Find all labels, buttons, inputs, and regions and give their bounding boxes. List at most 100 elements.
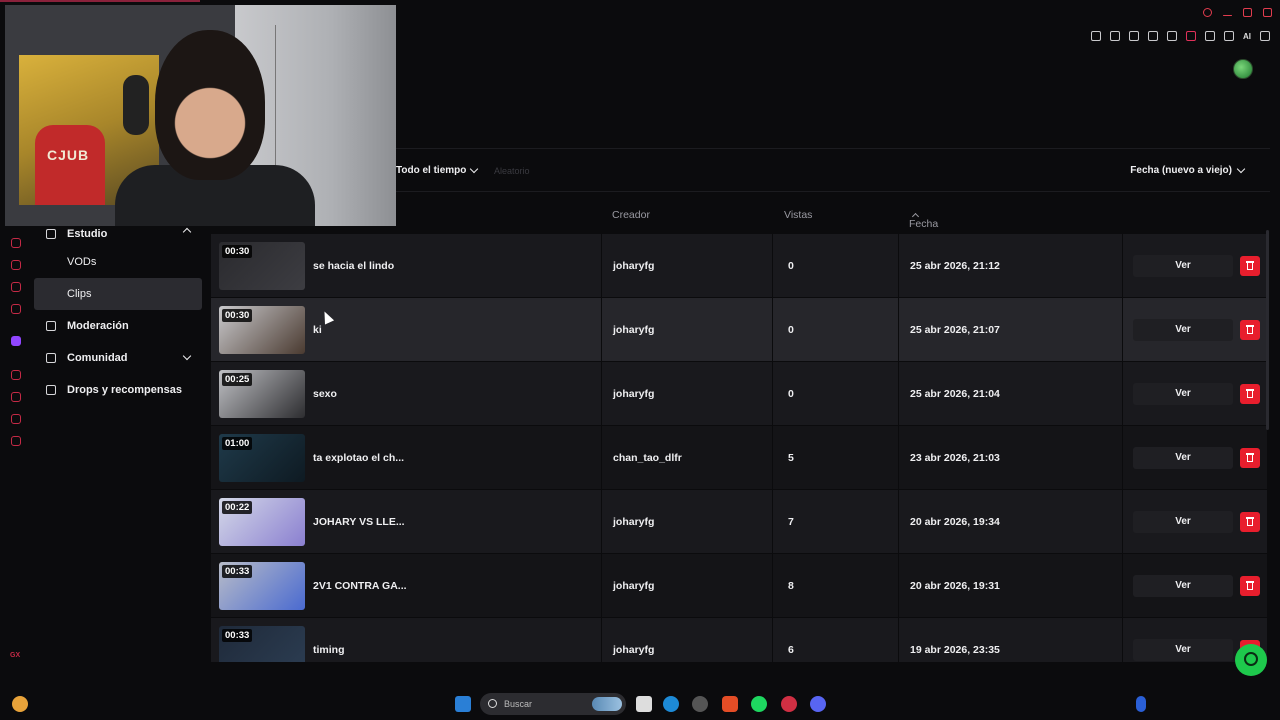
close-icon[interactable]: [1263, 8, 1272, 17]
view-button[interactable]: Ver: [1133, 511, 1233, 533]
rail-gamepad-icon[interactable]: [11, 260, 21, 270]
column-header-views: Vistas: [784, 209, 813, 221]
clip-title[interactable]: sexo: [313, 362, 593, 426]
delete-icon[interactable]: [1240, 576, 1260, 596]
clip-title[interactable]: 2V1 CONTRA GA...: [313, 554, 593, 618]
opera-gx-icon[interactable]: [781, 696, 797, 712]
search-icon[interactable]: [1203, 8, 1212, 17]
view-button[interactable]: Ver: [1133, 447, 1233, 469]
download-icon[interactable]: [1224, 31, 1234, 41]
side-rail: GX: [0, 228, 32, 688]
duration-badge: 01:00: [222, 437, 253, 450]
table-row[interactable]: 00:25 sexo joharyfg 0 25 abr 2026, 21:04 Ver: [211, 362, 1267, 426]
headset-icon: [123, 75, 149, 135]
windows-start-icon[interactable]: [455, 696, 471, 712]
rail-play-icon[interactable]: [11, 370, 21, 380]
globe-icon[interactable]: [1233, 59, 1253, 79]
sidebar-item-clips[interactable]: Clips: [34, 278, 202, 310]
clip-thumbnail[interactable]: 00:33: [219, 562, 305, 610]
rail-refresh-icon[interactable]: [11, 238, 21, 248]
gx-logo-icon: GX: [10, 652, 21, 659]
task-view-icon[interactable]: [636, 696, 652, 712]
clip-title[interactable]: timing: [313, 618, 593, 662]
heart-icon[interactable]: [1167, 31, 1177, 41]
delete-icon[interactable]: [1240, 448, 1260, 468]
minimize-icon[interactable]: [1223, 15, 1232, 16]
view-button[interactable]: Ver: [1133, 319, 1233, 341]
pin-icon[interactable]: [1091, 31, 1101, 41]
sort-dropdown[interactable]: Fecha (nuevo a viejo): [1130, 164, 1246, 176]
clip-thumbnail[interactable]: 00:30: [219, 306, 305, 354]
menu-icon[interactable]: [1260, 31, 1270, 41]
clip-thumbnail[interactable]: 00:25: [219, 370, 305, 418]
table-row[interactable]: 00:30 se hacia el lindo joharyfg 0 25 abr 20…: [211, 234, 1267, 298]
profile-icon[interactable]: [1205, 31, 1215, 41]
rail-clock-icon[interactable]: [11, 392, 21, 402]
rail-twitch-icon[interactable]: [11, 336, 21, 346]
table-row[interactable]: 00:33 2V1 CONTRA GA... joharyfg 8 20 abr 202…: [211, 554, 1267, 618]
weather-icon[interactable]: [12, 696, 28, 712]
view-button[interactable]: Ver: [1133, 575, 1233, 597]
shield-icon[interactable]: [1129, 31, 1139, 41]
rail-settings-icon[interactable]: [11, 436, 21, 446]
clip-views: 7: [772, 490, 898, 554]
table-row[interactable]: 00:30 ki joharyfg 0 25 abr 2026, 21:07 Ver: [211, 298, 1267, 362]
thumbnail-cell: 00:30: [219, 298, 305, 362]
clip-creator: joharyfg: [601, 234, 771, 298]
sidebar-item-comunidad[interactable]: Comunidad: [34, 342, 202, 374]
sidebar-item-drops[interactable]: Drops y recompensas: [34, 374, 202, 406]
date-range-dropdown[interactable]: Todo el tiempo: [396, 164, 479, 176]
microphone-app-icon[interactable]: [722, 696, 738, 712]
view-button[interactable]: Ver: [1133, 255, 1233, 277]
thumbnail-cell: 01:00: [219, 426, 305, 490]
clip-creator: chan_tao_dlfr: [601, 426, 771, 490]
taskbar-search[interactable]: Buscar: [480, 693, 626, 715]
edge-icon[interactable]: [663, 696, 679, 712]
ai-button[interactable]: AI: [1243, 32, 1251, 41]
clip-thumbnail[interactable]: 00:22: [219, 498, 305, 546]
sidebar-item-vods[interactable]: VODs: [34, 246, 202, 278]
table-row[interactable]: 01:00 ta explotao el ch... chan_tao_dlfr 5 2…: [211, 426, 1267, 490]
spotify-icon[interactable]: [751, 696, 767, 712]
steam-icon[interactable]: [692, 696, 708, 712]
delete-icon[interactable]: [1240, 320, 1260, 340]
clip-date: 23 abr 2026, 21:03: [898, 426, 1122, 490]
view-button[interactable]: Ver: [1133, 383, 1233, 405]
play-icon[interactable]: [1148, 31, 1158, 41]
table-row[interactable]: 00:22 JOHARY VS LLE... joharyfg 7 20 abr 202…: [211, 490, 1267, 554]
restore-icon[interactable]: [1243, 8, 1252, 17]
chevron-down-icon: [470, 164, 479, 173]
mic-tray-icon[interactable]: [1136, 696, 1146, 712]
delete-icon[interactable]: [1240, 512, 1260, 532]
rail-news-icon[interactable]: [11, 304, 21, 314]
clip-title[interactable]: ki: [313, 298, 593, 362]
chevron-up-icon: [182, 227, 192, 237]
chart-icon: [46, 385, 56, 395]
clip-date: 19 abr 2026, 23:35: [898, 618, 1122, 662]
clip-thumbnail[interactable]: 00:33: [219, 626, 305, 662]
clip-thumbnail[interactable]: 00:30: [219, 242, 305, 290]
rail-bulb-icon[interactable]: [11, 414, 21, 424]
faded-filter[interactable]: Aleatorio: [494, 166, 530, 176]
clip-thumbnail[interactable]: 01:00: [219, 434, 305, 482]
sidebar-item-moderacion[interactable]: Moderación: [34, 310, 202, 342]
help-chat-button[interactable]: [1235, 644, 1267, 676]
delete-icon[interactable]: [1240, 384, 1260, 404]
clip-title[interactable]: JOHARY VS LLE...: [313, 490, 593, 554]
clip-title[interactable]: se hacia el lindo: [313, 234, 593, 298]
clips-table: 00:30 se hacia el lindo joharyfg 0 25 abr 20…: [211, 234, 1267, 662]
view-button[interactable]: Ver: [1133, 639, 1233, 661]
webcam-jersey: [35, 125, 105, 205]
delete-icon[interactable]: [1240, 256, 1260, 276]
clip-creator: joharyfg: [601, 618, 771, 662]
discord-icon[interactable]: [810, 696, 826, 712]
screenshot-icon[interactable]: [1110, 31, 1120, 41]
table-row[interactable]: 00:33 timing joharyfg 6 19 abr 2026, 23:35 Ve…: [211, 618, 1267, 662]
clip-date: 25 abr 2026, 21:07: [898, 298, 1122, 362]
column-header-date[interactable]: Fecha: [909, 209, 938, 230]
duration-badge: 00:30: [222, 245, 253, 258]
rail-brush-icon[interactable]: [11, 282, 21, 292]
search-icon: [488, 699, 497, 708]
clip-title[interactable]: ta explotao el ch...: [313, 426, 593, 490]
scrollbar[interactable]: [1266, 230, 1269, 430]
